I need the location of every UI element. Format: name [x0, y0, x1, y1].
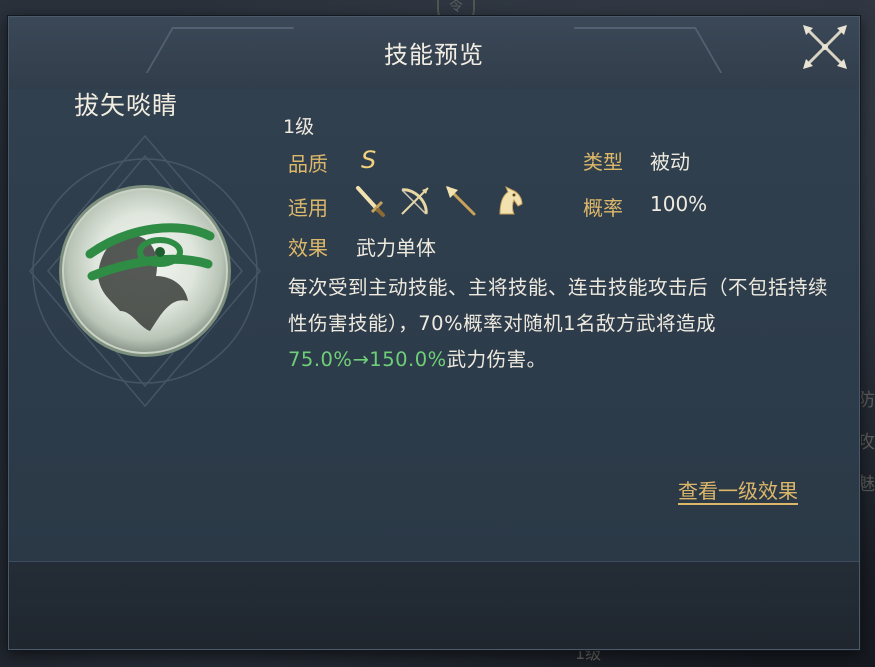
- probability-value: 100%: [650, 192, 708, 216]
- applicable-label: 适用: [288, 196, 328, 220]
- dialog-title-bar: 技能预览: [9, 17, 859, 90]
- description-text: 每次受到主动技能、主将技能、连击技能攻击后（不包括持续性伤害技能），70%概率对…: [288, 276, 829, 335]
- effect-label: 效果: [288, 236, 328, 260]
- skill-description: 每次受到主动技能、主将技能、连击技能攻击后（不包括持续性伤害技能），70%概率对…: [288, 270, 828, 378]
- dialog-title: 技能预览: [384, 41, 484, 69]
- type-label: 类型: [583, 150, 623, 174]
- dialog-footer: [9, 562, 859, 649]
- view-level-one-effect-link[interactable]: 查看一级效果: [678, 475, 798, 504]
- damage-scaling-highlight: 75.0%→150.0%: [288, 348, 447, 371]
- close-button[interactable]: [799, 21, 851, 73]
- skill-level: 1级: [283, 116, 315, 138]
- sword-icon: [356, 186, 385, 217]
- horse-icon: [499, 185, 523, 215]
- spear-icon: [446, 186, 476, 216]
- description-text-end: 武力伤害。: [446, 348, 547, 371]
- bow-icon: [401, 187, 429, 215]
- skill-emblem-icon: [29, 134, 261, 408]
- probability-label: 概率: [583, 196, 623, 220]
- crossed-swords-close-icon: [803, 25, 847, 69]
- type-value: 被动: [650, 150, 690, 174]
- quality-label: 品质: [288, 152, 328, 176]
- quality-value: S: [361, 146, 377, 174]
- effect-value: 武力单体: [356, 236, 436, 260]
- skill-name: 拔矢啖睛: [74, 91, 179, 120]
